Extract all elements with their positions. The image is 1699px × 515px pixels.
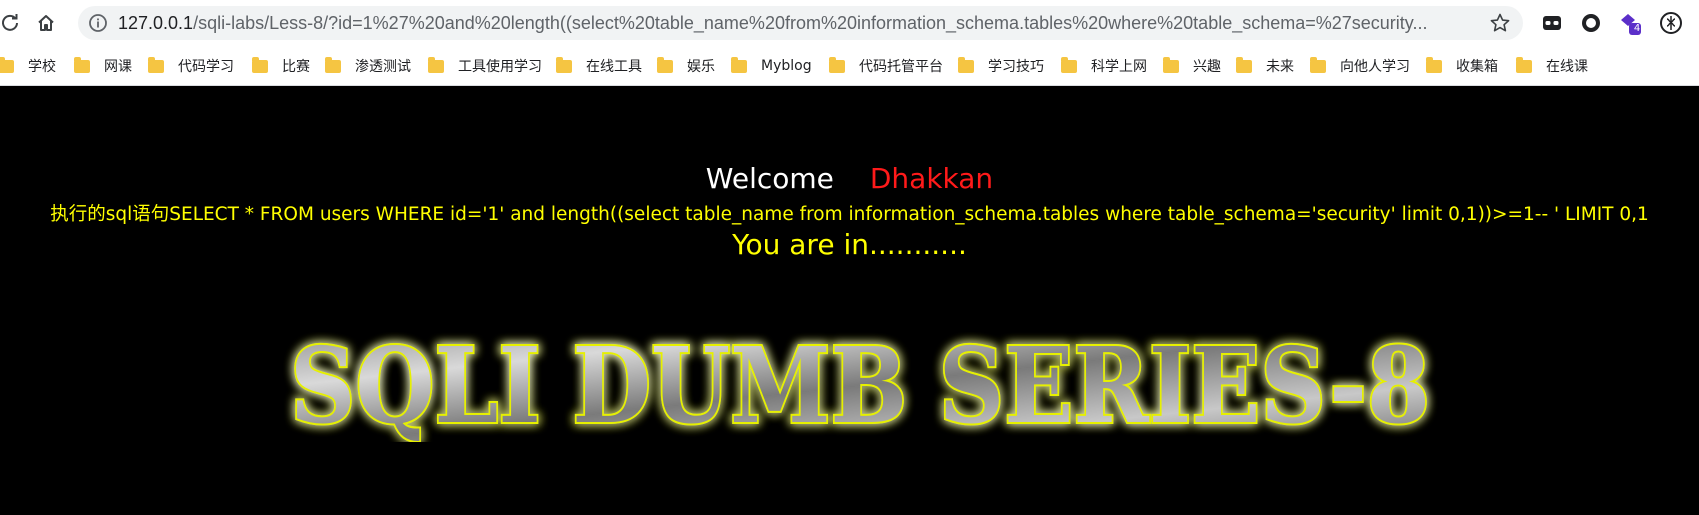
folder-icon (829, 56, 845, 73)
bookmark-label: 代码托管平台 (859, 59, 943, 75)
bookmark-item[interactable]: Myblog (731, 55, 812, 77)
bookmark-item[interactable]: 比赛 (252, 55, 310, 77)
folder-icon (0, 56, 14, 73)
bookmark-label: 收集箱 (1456, 59, 1498, 75)
bookmark-item[interactable]: 向他人学习 (1310, 55, 1410, 77)
folder-icon (1516, 56, 1532, 73)
bookmark-item[interactable]: 代码托管平台 (829, 55, 943, 77)
bookmark-item[interactable]: 科学上网 (1061, 55, 1147, 77)
bookmark-label: 工具使用学习 (458, 59, 542, 75)
bookmark-label: 比赛 (282, 59, 310, 75)
bookmark-item[interactable]: 收集箱 (1426, 55, 1498, 77)
bookmark-item[interactable]: 代码学习 (148, 55, 234, 77)
bookmarks-bar: 学校 网课 代码学习 比赛 渗透测试 工具使用学习 在线工具 娱乐 Myblog 代码托管平台 学习… (0, 46, 1699, 86)
folder-icon (731, 56, 747, 73)
bookmark-item[interactable]: 兴趣 (1163, 55, 1221, 77)
folder-icon (1310, 56, 1326, 73)
bookmark-label: 在线课 (1546, 59, 1588, 75)
result-message: You are in........... (732, 228, 967, 261)
bookmark-item[interactable]: 在线工具 (556, 55, 642, 77)
url-text[interactable]: 127.0.0.1/sqli-labs/Less-8/?id=1%27%20an… (118, 13, 1488, 35)
folder-icon (1426, 56, 1442, 73)
welcome-line: Welcome Dhakkan (0, 162, 1699, 195)
folder-icon (556, 56, 572, 73)
bookmark-item[interactable]: 在线课 (1516, 55, 1588, 77)
extension-glasses-icon[interactable] (1539, 10, 1565, 36)
bookmark-item[interactable]: 学校 (0, 55, 56, 77)
extension-brain-icon[interactable] (1658, 10, 1684, 36)
folder-icon (325, 56, 341, 73)
series-banner: SQLI DUMB SERIES-8 (288, 332, 1432, 442)
user-name: Dhakkan (869, 162, 994, 195)
bookmark-label: 代码学习 (178, 59, 234, 75)
bookmark-label: 未来 (1266, 59, 1294, 75)
bookmark-item[interactable]: 未来 (1236, 55, 1294, 77)
bookmark-label: 科学上网 (1091, 59, 1147, 75)
browser-toolbar: 127.0.0.1/sqli-labs/Less-8/?id=1%27%20an… (0, 0, 1699, 46)
reload-icon[interactable] (0, 9, 24, 37)
bookmark-label: 在线工具 (586, 59, 642, 75)
folder-icon (657, 56, 673, 73)
bookmark-item[interactable]: 工具使用学习 (428, 55, 542, 77)
folder-icon (428, 56, 444, 73)
bookmark-item[interactable]: 娱乐 (657, 55, 715, 77)
bookmark-item[interactable]: 网课 (74, 55, 132, 77)
folder-icon (1236, 56, 1252, 73)
extension-badge-count: 4 (1633, 23, 1641, 34)
folder-icon (148, 56, 164, 73)
bookmark-label: Myblog (761, 58, 812, 74)
folder-icon (1163, 56, 1179, 73)
sql-statement: 执行的sql语句SELECT * FROM users WHERE id='1'… (50, 204, 1649, 225)
bookmark-label: 学校 (28, 59, 56, 75)
bookmark-label: 渗透测试 (355, 59, 411, 75)
address-bar[interactable]: 127.0.0.1/sqli-labs/Less-8/?id=1%27%20an… (78, 6, 1523, 40)
folder-icon (1061, 56, 1077, 73)
page-content: Welcome Dhakkan 执行的sql语句SELECT * FROM use… (0, 87, 1699, 515)
bookmark-label: 学习技巧 (988, 59, 1044, 75)
site-info-icon[interactable] (88, 13, 108, 33)
bookmark-item[interactable]: 渗透测试 (325, 55, 411, 77)
extension-circle-icon[interactable] (1578, 10, 1604, 36)
url-path: /sqli-labs/Less-8/?id=1%27%20and%20lengt… (193, 13, 1428, 33)
bookmark-label: 网课 (104, 59, 132, 75)
bookmark-item[interactable]: 学习技巧 (958, 55, 1044, 77)
welcome-text: Welcome (705, 162, 834, 195)
folder-icon (958, 56, 974, 73)
bookmark-label: 娱乐 (687, 59, 715, 75)
home-icon[interactable] (32, 9, 60, 37)
bookmark-label: 兴趣 (1193, 59, 1221, 75)
folder-icon (74, 56, 90, 73)
bookmark-label: 向他人学习 (1340, 59, 1410, 75)
folder-icon (252, 56, 268, 73)
extension-badge-icon[interactable]: 4 (1617, 10, 1643, 36)
url-host: 127.0.0.1 (118, 13, 194, 33)
bookmark-star-icon[interactable] (1489, 12, 1511, 34)
banner-title: SQLI DUMB SERIES-8 (290, 332, 1430, 442)
